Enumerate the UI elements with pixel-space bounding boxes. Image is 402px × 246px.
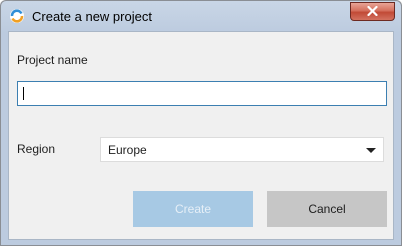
project-name-label: Project name [17, 53, 88, 67]
region-selected-value: Europe [108, 143, 147, 157]
window-title: Create a new project [32, 9, 152, 24]
region-label: Region [17, 142, 56, 156]
close-button[interactable] [350, 2, 395, 21]
text-caret [23, 87, 24, 100]
title-bar[interactable]: Create a new project [1, 1, 401, 31]
region-select[interactable]: Europe [100, 137, 384, 162]
chevron-down-icon [366, 148, 376, 153]
app-logo-icon [9, 8, 25, 24]
cancel-button[interactable]: Cancel [267, 191, 387, 227]
close-icon [367, 3, 378, 21]
create-button[interactable]: Create [133, 191, 253, 227]
dialog-window: Create a new project Project name Region… [0, 0, 402, 246]
dialog-body: Project name Region Europe Create Cancel [8, 31, 394, 240]
project-name-input[interactable] [17, 81, 387, 106]
